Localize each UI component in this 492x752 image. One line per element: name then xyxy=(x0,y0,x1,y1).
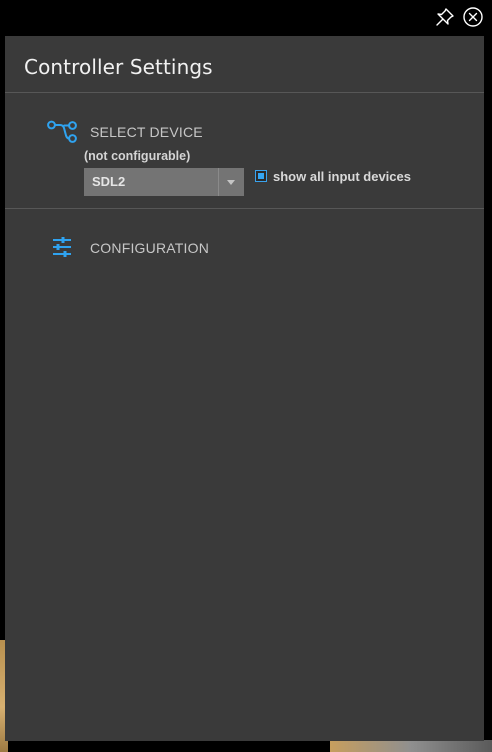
section-divider xyxy=(5,208,484,209)
pin-icon[interactable] xyxy=(434,6,456,28)
title-divider xyxy=(5,92,484,93)
select-device-heading: SELECT DEVICE xyxy=(90,124,203,140)
device-select[interactable]: SDL2 xyxy=(84,168,244,196)
controller-settings-panel: Controller Settings SELECT DEVICE (not c… xyxy=(5,36,484,741)
show-all-devices-label[interactable]: show all input devices xyxy=(273,169,411,184)
background-scene-bottom xyxy=(330,740,492,752)
not-configurable-note: (not configurable) xyxy=(84,149,191,163)
page-title: Controller Settings xyxy=(24,55,213,79)
chevron-down-icon[interactable] xyxy=(218,168,244,196)
show-all-devices-checkbox[interactable] xyxy=(255,170,267,182)
device-link-icon xyxy=(46,120,79,148)
close-icon[interactable] xyxy=(462,6,484,28)
configuration-heading: CONFIGURATION xyxy=(90,240,210,256)
title-bar xyxy=(0,0,492,36)
device-select-value: SDL2 xyxy=(92,174,126,189)
sliders-icon xyxy=(52,237,72,261)
